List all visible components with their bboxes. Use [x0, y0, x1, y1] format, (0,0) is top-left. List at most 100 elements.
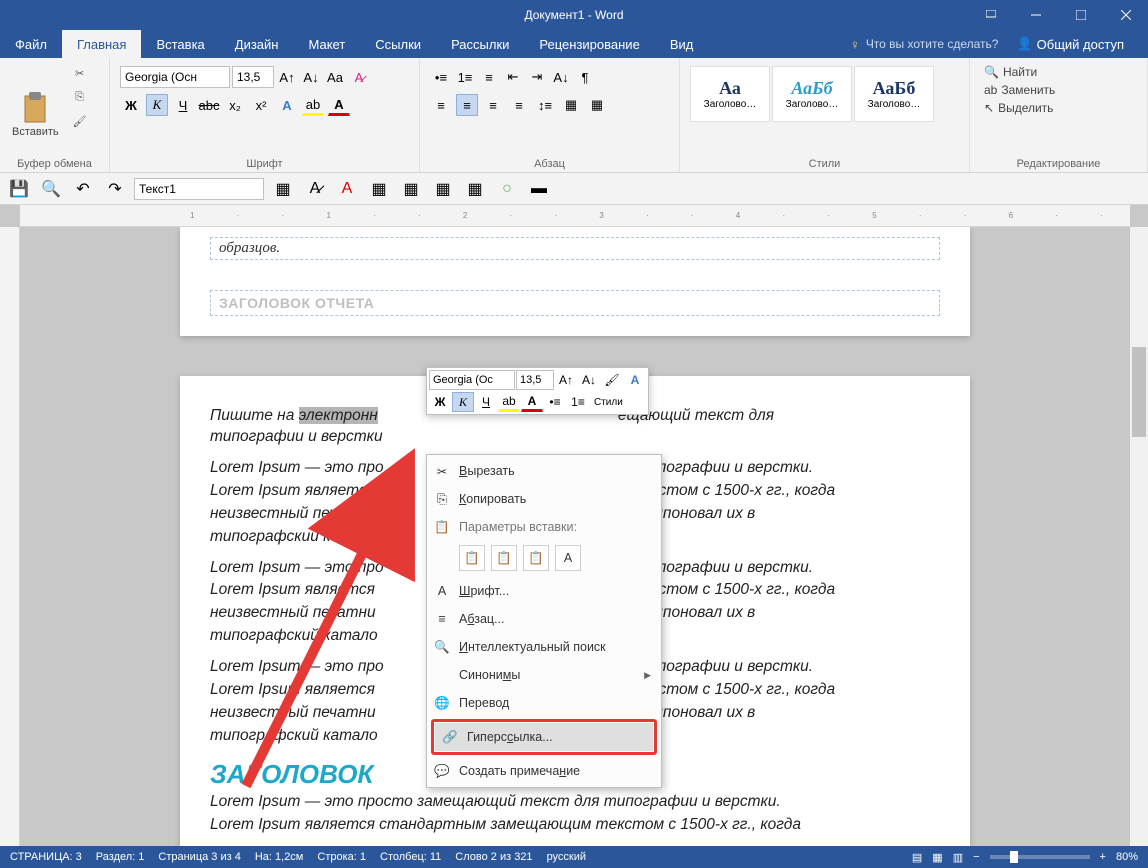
style-item-3[interactable]: АаБбЗаголово…: [854, 66, 934, 122]
paste-opt-1[interactable]: 📋: [459, 545, 485, 571]
status-lang[interactable]: русский: [547, 851, 586, 863]
dec-indent-button[interactable]: ⇤: [502, 66, 524, 88]
tab-mailings[interactable]: Рассылки: [436, 30, 524, 58]
shrink-font-button[interactable]: A↓: [300, 66, 322, 88]
borders-button[interactable]: ▦: [586, 94, 608, 116]
style-item-2[interactable]: АаБбЗаголово…: [772, 66, 852, 122]
grow-font-button[interactable]: A↑: [276, 66, 298, 88]
italic-button[interactable]: К: [146, 94, 168, 116]
close-button[interactable]: [1103, 0, 1148, 30]
ctx-hyperlink[interactable]: 🔗Гиперссылка...: [435, 723, 653, 751]
ctx-font[interactable]: AШрифт...: [427, 577, 661, 605]
mt-underline-button[interactable]: Ч: [475, 392, 497, 412]
change-case-button[interactable]: Aa: [324, 66, 346, 88]
copy-button[interactable]: ⎘: [69, 86, 91, 108]
mt-painter-button[interactable]: 🖌: [601, 370, 623, 390]
status-words[interactable]: Слово 2 из 321: [455, 851, 532, 863]
view-print-icon[interactable]: ▦: [932, 851, 942, 864]
save-button[interactable]: 💾: [6, 176, 32, 202]
sample-text[interactable]: образцов.: [210, 237, 940, 260]
mt-styles-label[interactable]: Стили: [590, 397, 627, 408]
underline-button[interactable]: Ч: [172, 94, 194, 116]
align-center-button[interactable]: ≡: [456, 94, 478, 116]
undo-button[interactable]: ↶: [70, 176, 96, 202]
styles-gallery[interactable]: АаЗаголово… АаБбЗаголово… АаБбЗаголово…: [690, 66, 934, 164]
paste-opt-4[interactable]: A: [555, 545, 581, 571]
tab-view[interactable]: Вид: [655, 30, 709, 58]
mt-bullets-button[interactable]: •≡: [544, 392, 566, 412]
paste-opt-2[interactable]: 📋: [491, 545, 517, 571]
line-spacing-button[interactable]: ↕≡: [534, 94, 556, 116]
qat-btn-9[interactable]: ▬: [526, 176, 552, 202]
select-button[interactable]: ↖Выделить: [980, 100, 1059, 116]
horizontal-ruler[interactable]: 1 · · 1 · · 2 · · 3 · · 4 · · 5 · · 6 · …: [20, 205, 1130, 227]
zoom-in-button[interactable]: +: [1100, 851, 1106, 863]
redo-button[interactable]: ↷: [102, 176, 128, 202]
mt-highlight-button[interactable]: ab: [498, 392, 520, 412]
strike-button[interactable]: abc: [198, 94, 220, 116]
qat-btn-8[interactable]: ○: [494, 176, 520, 202]
multilevel-button[interactable]: ≡: [478, 66, 500, 88]
tab-insert[interactable]: Вставка: [141, 30, 219, 58]
ctx-paragraph[interactable]: ≡Абзац...: [427, 605, 661, 633]
qat-btn-7[interactable]: ▦: [462, 176, 488, 202]
show-marks-button[interactable]: ¶: [574, 66, 596, 88]
qat-btn-6[interactable]: ▦: [430, 176, 456, 202]
superscript-button[interactable]: x²: [250, 94, 272, 116]
tab-home[interactable]: Главная: [62, 30, 141, 58]
font-color-button[interactable]: A: [328, 94, 350, 116]
find-button[interactable]: 🔍Найти: [980, 64, 1059, 80]
mt-font-combo[interactable]: Georgia (Ос: [429, 370, 515, 390]
zoom-out-button[interactable]: −: [973, 851, 979, 863]
paste-opt-3[interactable]: 📋: [523, 545, 549, 571]
ribbon-opts-icon[interactable]: [968, 0, 1013, 30]
preview-button[interactable]: 🔍: [38, 176, 64, 202]
maximize-button[interactable]: [1058, 0, 1103, 30]
align-left-button[interactable]: ≡: [430, 94, 452, 116]
highlight-button[interactable]: ab: [302, 94, 324, 116]
qat-btn-4[interactable]: ▦: [366, 176, 392, 202]
tab-review[interactable]: Рецензирование: [524, 30, 654, 58]
view-web-icon[interactable]: ▥: [953, 851, 963, 864]
mt-fontcolor-button[interactable]: A: [521, 392, 543, 412]
style-item-1[interactable]: АаЗаголово…: [690, 66, 770, 122]
qat-btn-1[interactable]: ▦: [270, 176, 296, 202]
tell-me-input[interactable]: Что вы хотите сделать?: [866, 37, 999, 51]
mt-shrink-button[interactable]: A↓: [578, 370, 600, 390]
subscript-button[interactable]: x₂: [224, 94, 246, 116]
inc-indent-button[interactable]: ⇥: [526, 66, 548, 88]
vertical-scrollbar[interactable]: [1130, 227, 1148, 846]
status-col[interactable]: Столбец: 11: [380, 851, 441, 863]
status-line[interactable]: Строка: 1: [317, 851, 366, 863]
paste-button[interactable]: Вставить: [6, 62, 65, 168]
sort-button[interactable]: A↓: [550, 66, 572, 88]
vertical-ruler[interactable]: [0, 227, 20, 846]
justify-button[interactable]: ≡: [508, 94, 530, 116]
ctx-translate[interactable]: 🌐Перевод: [427, 689, 661, 717]
zoom-level[interactable]: 80%: [1116, 851, 1138, 863]
ctx-cut[interactable]: ✂Вырезать: [427, 457, 661, 485]
tab-file[interactable]: Файл: [0, 30, 62, 58]
ctx-smart-lookup[interactable]: 🔍Интеллектуальный поиск: [427, 633, 661, 661]
status-page[interactable]: СТРАНИЦА: 3: [10, 851, 82, 863]
mt-size-combo[interactable]: 13,5: [516, 370, 554, 390]
text-effects-button[interactable]: A: [276, 94, 298, 116]
status-pageof[interactable]: Страница 3 из 4: [158, 851, 240, 863]
status-at[interactable]: На: 1,2см: [255, 851, 304, 863]
bullets-button[interactable]: •≡: [430, 66, 452, 88]
view-read-icon[interactable]: ▤: [912, 851, 922, 864]
tab-layout[interactable]: Макет: [293, 30, 360, 58]
mt-bold-button[interactable]: Ж: [429, 392, 451, 412]
tab-design[interactable]: Дизайн: [220, 30, 294, 58]
tab-references[interactable]: Ссылки: [360, 30, 436, 58]
clear-format-button[interactable]: A̷: [348, 66, 370, 88]
cut-button[interactable]: ✂: [69, 62, 91, 84]
bold-button[interactable]: Ж: [120, 94, 142, 116]
format-painter-button[interactable]: 🖌: [69, 110, 91, 132]
qat-btn-5[interactable]: ▦: [398, 176, 424, 202]
qat-btn-3[interactable]: A: [334, 176, 360, 202]
font-name-combo[interactable]: Georgia (Осн: [120, 66, 230, 88]
style-combo[interactable]: Текст1: [134, 178, 264, 200]
ctx-synonyms[interactable]: Синонимы▶: [427, 661, 661, 689]
shading-button[interactable]: ▦: [560, 94, 582, 116]
